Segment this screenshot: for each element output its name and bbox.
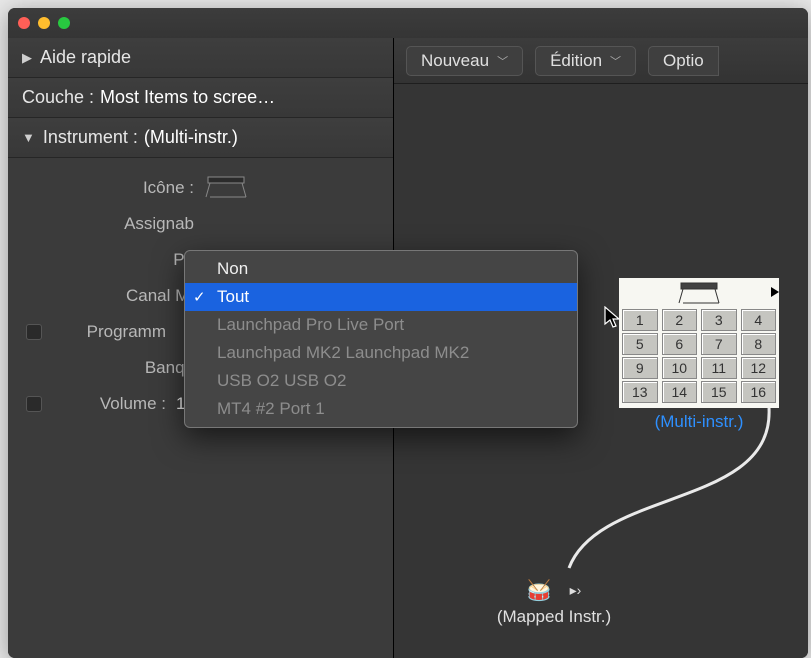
instrument-label: Instrument : <box>43 127 138 148</box>
minimize-icon[interactable] <box>38 17 50 29</box>
window-controls <box>18 17 70 29</box>
instrument-value: (Multi-instr.) <box>144 127 238 148</box>
volume-checkbox[interactable] <box>26 396 42 412</box>
channel-2[interactable]: 2 <box>662 309 698 331</box>
cable <box>539 398 799 598</box>
layer-value: Most Items to scree… <box>100 87 275 108</box>
port-dropdown[interactable]: Non ✓ Tout Launchpad Pro Live Port Launc… <box>184 250 578 428</box>
program-checkbox[interactable] <box>26 324 42 340</box>
patch-icon: ▸› <box>570 582 582 599</box>
field-label: Programm <box>54 322 166 342</box>
channel-3[interactable]: 3 <box>701 309 737 331</box>
new-button[interactable]: Nouveau ﹀ <box>406 46 523 76</box>
dropdown-item-non[interactable]: Non <box>185 255 577 283</box>
titlebar <box>8 8 808 38</box>
keyboard-icon <box>204 173 248 204</box>
drum-icon: 🥁 <box>527 578 552 603</box>
button-label: Nouveau <box>421 51 489 71</box>
icon-field[interactable]: Icône : <box>8 170 393 206</box>
check-icon: ✓ <box>193 288 206 306</box>
field-label: Canal MI <box>54 286 194 306</box>
channel-11[interactable]: 11 <box>701 357 737 379</box>
layer-label: Couche : <box>22 87 94 108</box>
quick-help-row[interactable]: ▶ Aide rapide <box>8 38 393 78</box>
node-header[interactable] <box>619 278 779 306</box>
channel-6[interactable]: 6 <box>662 333 698 355</box>
zoom-icon[interactable] <box>58 17 70 29</box>
dropdown-item-usb-o2[interactable]: USB O2 USB O2 <box>185 367 577 395</box>
keyboard-icon <box>677 279 721 305</box>
button-label: Optio <box>663 51 704 71</box>
dropdown-item-tout[interactable]: ✓ Tout <box>185 283 577 311</box>
edit-button[interactable]: Édition ﹀ <box>535 46 636 76</box>
instrument-row[interactable]: ▼ Instrument : (Multi-instr.) <box>8 118 393 158</box>
channel-12[interactable]: 12 <box>741 357 777 379</box>
disclosure-right-icon: ▶ <box>22 50 32 66</box>
chevron-down-icon: ﹀ <box>610 53 621 69</box>
dropdown-item-launchpad-mk2[interactable]: Launchpad MK2 Launchpad MK2 <box>185 339 577 367</box>
field-label: Volume : <box>54 394 166 414</box>
channel-9[interactable]: 9 <box>622 357 658 379</box>
chevron-down-icon: ﹀ <box>497 53 508 69</box>
close-icon[interactable] <box>18 17 30 29</box>
field-label: Banqu <box>54 358 194 378</box>
disclosure-down-icon: ▼ <box>22 130 35 145</box>
assignable-field[interactable]: Assignab <box>8 206 393 242</box>
channel-10[interactable]: 10 <box>662 357 698 379</box>
dropdown-item-mt4[interactable]: MT4 #2 Port 1 <box>185 395 577 423</box>
channel-1[interactable]: 1 <box>622 309 658 331</box>
app-window: ▶ Aide rapide Couche : Most Items to scr… <box>8 8 808 658</box>
options-button[interactable]: Optio <box>648 46 719 76</box>
button-label: Édition <box>550 51 602 71</box>
mapped-instrument-node[interactable]: 🥁 ▸› (Mapped Instr.) <box>454 578 654 627</box>
channel-5[interactable]: 5 <box>622 333 658 355</box>
field-label: Icône : <box>54 178 194 198</box>
node-label: (Mapped Instr.) <box>454 607 654 627</box>
field-label: Assignab <box>54 214 194 234</box>
channel-4[interactable]: 4 <box>741 309 777 331</box>
field-label: Po <box>54 250 194 270</box>
channel-7[interactable]: 7 <box>701 333 737 355</box>
quick-help-label: Aide rapide <box>40 47 131 68</box>
channel-grid: 1 2 3 4 5 6 7 8 9 10 11 <box>619 306 779 408</box>
channel-8[interactable]: 8 <box>741 333 777 355</box>
layer-row[interactable]: Couche : Most Items to scree… <box>8 78 393 118</box>
canvas-toolbar: Nouveau ﹀ Édition ﹀ Optio <box>394 38 808 84</box>
dropdown-item-launchpad-pro[interactable]: Launchpad Pro Live Port <box>185 311 577 339</box>
